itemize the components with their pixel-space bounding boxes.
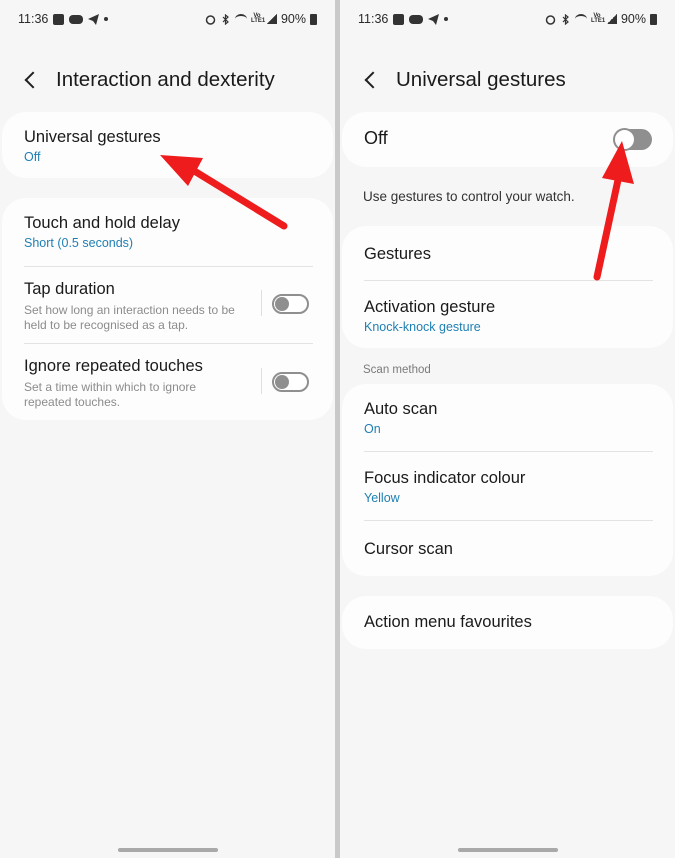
gallery-icon (53, 13, 65, 25)
status-time: 11:36 (358, 12, 389, 26)
alarm-icon (205, 14, 216, 25)
universal-gestures-card[interactable]: Universal gestures Off (2, 112, 333, 178)
tap-duration-row[interactable]: Tap duration Set how long an interaction… (24, 280, 243, 333)
tap-duration-toggle[interactable] (272, 294, 309, 314)
battery-icon (310, 13, 317, 25)
divider (364, 280, 653, 281)
status-bar: 11:36 Vo LTE1 90% (358, 12, 657, 30)
lte-icon: Vo LTE1 (590, 12, 606, 24)
focus-colour-row[interactable]: Focus indicator colour Yellow (364, 469, 651, 505)
auto-scan-title: Auto scan (364, 400, 438, 418)
action-menu-row[interactable]: Action menu favourites (364, 613, 651, 632)
description-text: Use gestures to control your watch. (363, 189, 575, 204)
signal-icon (266, 14, 277, 24)
left-screen: 11:36 Vo LTE1 90% Interaction and dexter… (0, 0, 335, 858)
toggle-knob (613, 128, 636, 151)
divider (24, 266, 313, 267)
bluetooth-icon (220, 13, 231, 25)
notification-icon (69, 14, 84, 24)
ignore-repeated-desc: Set a time within which to ignore repeat… (24, 380, 197, 409)
wifi-icon (234, 14, 247, 24)
auto-scan-row[interactable]: Auto scan On (364, 400, 651, 436)
status-bar: 11:36 Vo LTE1 90% (18, 12, 317, 30)
alarm-icon (545, 14, 556, 25)
tap-duration-desc: Set how long an interaction needs to be … (24, 303, 235, 332)
master-switch-toggle[interactable] (613, 128, 652, 151)
cursor-scan-row[interactable]: Cursor scan (364, 540, 651, 559)
bluetooth-icon (560, 13, 571, 25)
settings-card: Touch and hold delay Short (0.5 seconds)… (2, 198, 333, 420)
back-icon[interactable] (362, 70, 382, 90)
more-dot-icon (444, 17, 449, 21)
touch-hold-title: Touch and hold delay (24, 214, 180, 232)
universal-gestures-title: Universal gestures (24, 128, 161, 146)
activation-value: Knock-knock gesture (364, 320, 481, 334)
toggle-knob (275, 375, 289, 389)
cursor-scan-title: Cursor scan (364, 540, 453, 558)
focus-colour-title: Focus indicator colour (364, 469, 526, 487)
divider (364, 451, 653, 452)
gestures-row[interactable]: Gestures (364, 245, 651, 264)
wifi-icon (574, 14, 587, 24)
focus-colour-value: Yellow (364, 491, 400, 505)
touch-hold-delay-row[interactable]: Touch and hold delay Short (0.5 seconds) (24, 214, 311, 250)
universal-gestures-row[interactable]: Universal gestures Off (24, 128, 311, 164)
home-indicator[interactable] (457, 848, 558, 852)
divider (364, 520, 653, 521)
battery-percent: 90% (620, 12, 646, 26)
status-time: 11:36 (18, 12, 49, 26)
action-menu-card[interactable]: Action menu favourites (342, 596, 673, 649)
telegram-icon (428, 13, 440, 25)
activation-gesture-row[interactable]: Activation gesture Knock-knock gesture (364, 298, 651, 334)
telegram-icon (88, 13, 100, 25)
ignore-repeated-toggle[interactable] (272, 372, 309, 392)
page-title: Universal gestures (396, 68, 566, 91)
battery-icon (650, 13, 657, 25)
universal-gestures-value: Off (24, 150, 41, 164)
touch-hold-value: Short (0.5 seconds) (24, 236, 134, 250)
ignore-repeated-title: Ignore repeated touches (24, 357, 203, 375)
right-screen: 11:36 Vo LTE1 90% Universal gestures Off… (340, 0, 675, 858)
ignore-repeated-row[interactable]: Ignore repeated touches Set a time withi… (24, 357, 243, 410)
gestures-title: Gestures (364, 245, 431, 263)
gestures-card: Gestures Activation gesture Knock-knock … (342, 226, 673, 348)
action-menu-title: Action menu favourites (364, 613, 532, 631)
page-title: Interaction and dexterity (56, 68, 275, 91)
lte-icon: Vo LTE1 (250, 12, 266, 24)
more-dot-icon (104, 17, 109, 21)
divider (24, 343, 313, 344)
master-switch-card[interactable]: Off (342, 112, 673, 167)
auto-scan-value: On (364, 422, 381, 436)
master-switch-row[interactable]: Off (364, 128, 651, 149)
notification-icon (409, 14, 424, 24)
home-indicator[interactable] (117, 848, 218, 852)
signal-icon (606, 14, 617, 24)
toggle-knob (275, 297, 289, 311)
gallery-icon (393, 13, 405, 25)
page-header: Universal gestures (362, 62, 665, 98)
scan-card: Auto scan On Focus indicator colour Yell… (342, 384, 673, 576)
activation-title: Activation gesture (364, 298, 496, 316)
master-switch-label: Off (364, 128, 388, 148)
back-icon[interactable] (22, 70, 42, 90)
tap-duration-title: Tap duration (24, 280, 115, 298)
separator (261, 290, 262, 316)
section-label: Scan method (363, 364, 431, 376)
separator (261, 368, 262, 394)
page-header: Interaction and dexterity (22, 62, 325, 98)
battery-percent: 90% (280, 12, 306, 26)
